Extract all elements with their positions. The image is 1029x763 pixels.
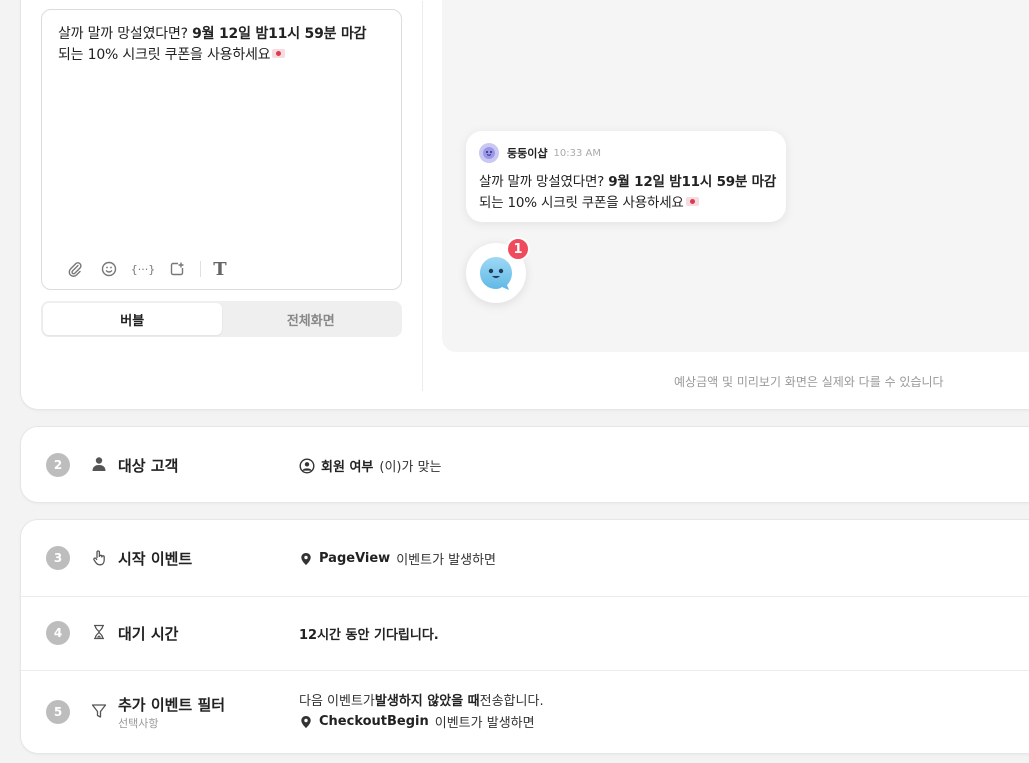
event-text: 이벤트가 발생하면: [396, 553, 497, 568]
message-text-bold: 9월 12일 밤11시 59분 마감: [192, 26, 367, 42]
preview-disclaimer: 예상금액 및 미리보기 화면은 실제와 다를 수 있습니다: [674, 375, 944, 389]
text-format-icon[interactable]: T: [207, 258, 233, 280]
view-mode-toggle: 버블 전체화면: [41, 301, 402, 337]
text-format-icon-label: T: [213, 258, 227, 280]
filter-icon: [90, 702, 108, 720]
message-settings-card: 살까 말까 망설였다면? 9월 12일 밤11시 59분 마감되는 10% 시크…: [20, 0, 1029, 410]
hourglass-icon: [90, 623, 108, 641]
filter-event-line: CheckoutBegin 이벤트가 발생하면: [299, 712, 535, 731]
condition-name: 회원 여부: [321, 460, 374, 475]
smiley-icon[interactable]: [92, 259, 126, 279]
variable-icon[interactable]: {···}: [126, 259, 160, 279]
vertical-divider: [422, 1, 423, 391]
bubble-header: 둥둥이샵 10:33 AM: [479, 143, 601, 163]
step-number: 2: [46, 453, 70, 477]
message-text-part2: 되는 10% 시크릿 쿠폰을 사용하세요: [58, 47, 271, 63]
step-title: 대기 시간: [118, 625, 179, 643]
tap-hand-icon: [90, 548, 108, 566]
preview-text-bold: 9월 12일 밤11시 59분 마감: [608, 174, 777, 190]
bot-name: 둥둥이샵: [507, 147, 548, 160]
filter-condition-line: 다음 이벤트가 발생하지 않았을 때 전송합니다.: [299, 690, 544, 709]
user-circle-icon: [299, 457, 315, 474]
step-subtitle: 선택사항: [118, 717, 159, 730]
row-divider: [21, 596, 1029, 597]
preview-text-part1: 살까 말까 망설였다면?: [479, 174, 609, 190]
location-pin-icon: [299, 552, 313, 566]
step-number: 3: [46, 546, 70, 570]
love-letter-emoji-icon: [272, 49, 286, 58]
preview-text-part2: 되는 10% 시크릿 쿠폰을 사용하세요: [479, 195, 684, 211]
wait-duration: 12시간 동안 기다립니다.: [299, 628, 439, 643]
message-preview: 둥둥이샵 10:33 AM 살까 말까 망설였다면? 9월 12일 밤11시 5…: [442, 0, 1029, 352]
filter-text-pre: 다음 이벤트가: [299, 694, 375, 709]
message-text[interactable]: 살까 말까 망설였다면? 9월 12일 밤11시 59분 마감되는 10% 시크…: [58, 24, 388, 66]
target-audience-card[interactable]: 2 대상 고객 회원 여부 (이)가 맞는: [20, 426, 1029, 503]
image-add-icon[interactable]: [160, 259, 194, 279]
fullscreen-view-button[interactable]: 전체화면: [222, 303, 401, 335]
love-letter-emoji-icon: [685, 197, 699, 206]
chat-launcher-button[interactable]: 1: [466, 237, 530, 303]
step-description: 12시간 동안 기다립니다.: [299, 624, 439, 643]
location-pin-icon: [299, 715, 313, 729]
paperclip-icon[interactable]: [58, 259, 92, 279]
trigger-steps-card: 3 시작 이벤트 PageView 이벤트가 발생하면 4 대기 시간 12시간…: [20, 519, 1029, 754]
step-title: 추가 이벤트 필터: [118, 696, 226, 714]
event-name: CheckoutBegin: [319, 714, 429, 729]
preview-message-text: 살까 말까 망설였다면? 9월 12일 밤11시 59분 마감되는 10% 시크…: [479, 172, 779, 214]
step-title: 시작 이벤트: [118, 550, 193, 568]
person-icon: [90, 455, 108, 473]
filter-text-bold: 발생하지 않았을 때: [374, 694, 480, 709]
toolbar-separator: [200, 261, 201, 277]
editor-toolbar: {···} T: [58, 258, 233, 280]
step-title: 대상 고객: [118, 457, 179, 475]
variable-icon-label: {···}: [130, 262, 156, 276]
event-name: PageView: [319, 551, 391, 566]
preview-bubble: 둥둥이샵 10:33 AM 살까 말까 망설였다면? 9월 12일 밤11시 5…: [466, 131, 786, 222]
bubble-view-button[interactable]: 버블: [43, 303, 222, 335]
condition-text: (이)가 맞는: [379, 460, 442, 475]
step-number: 5: [46, 700, 70, 724]
step-number: 4: [46, 621, 70, 645]
message-editor[interactable]: 살까 말까 망설였다면? 9월 12일 밤11시 59분 마감되는 10% 시크…: [41, 9, 402, 290]
message-time: 10:33 AM: [553, 147, 601, 159]
event-text: 이벤트가 발생하면: [434, 716, 535, 731]
step-description: PageView 이벤트가 발생하면: [299, 549, 496, 568]
bot-avatar-icon: [479, 143, 499, 163]
row-divider: [21, 670, 1029, 671]
message-text-part1: 살까 말까 망설였다면?: [58, 26, 193, 42]
step-description: 회원 여부 (이)가 맞는: [299, 456, 442, 475]
unread-badge: 1: [506, 237, 530, 261]
filter-text-post: 전송합니다.: [479, 694, 544, 709]
